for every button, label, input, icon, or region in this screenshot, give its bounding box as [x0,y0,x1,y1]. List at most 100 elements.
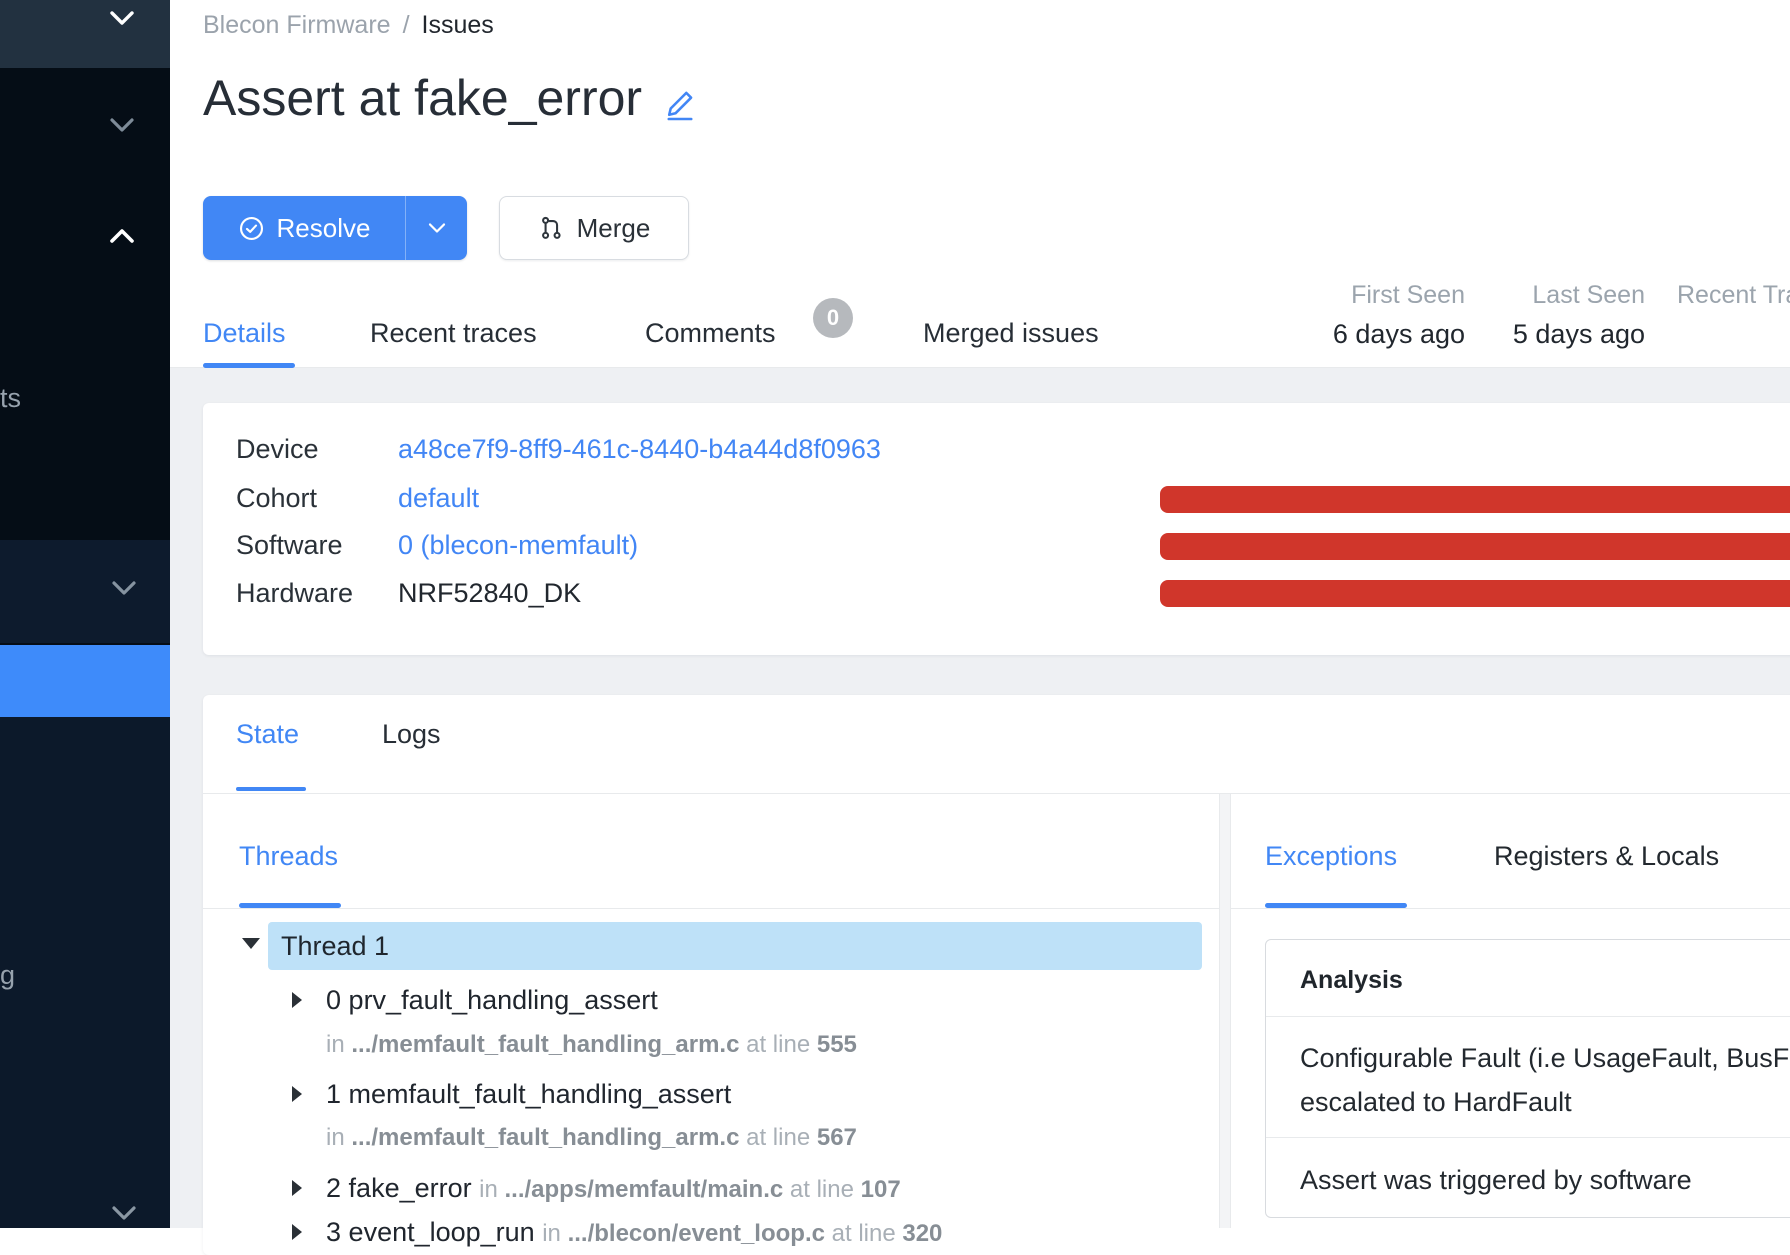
exceptions-divider [1230,908,1790,909]
comments-count-badge: 0 [813,298,853,338]
frame-index: 2 [326,1173,341,1203]
resolve-button[interactable]: Resolve [203,196,406,260]
sidebar-top-section[interactable] [0,0,170,68]
merge-button-label: Merge [577,213,651,244]
chevron-down-icon[interactable] [108,8,136,28]
page-title: Assert at fake_error [203,68,642,128]
frame-function: event_loop_run [349,1217,535,1247]
sidebar-lower-section [0,717,170,1228]
merge-button[interactable]: Merge [499,196,689,260]
at-line-word: at line [746,1124,810,1151]
stack-frame[interactable]: 1 memfault_fault_handling_assert [326,1078,731,1110]
last-seen-value: 5 days ago [1480,318,1645,350]
in-word: in [326,1124,345,1151]
last-seen-label: Last Seen [1480,280,1645,310]
collapse-caret-icon[interactable] [242,938,260,949]
state-tabs-divider [203,793,1790,794]
chevron-down-icon[interactable] [110,1203,138,1223]
breadcrumb-current: Issues [422,11,494,39]
expand-caret-icon[interactable] [292,1224,302,1240]
tab-exceptions[interactable]: Exceptions [1265,840,1397,872]
thread-name[interactable]: Thread 1 [281,930,389,962]
cohort-link[interactable]: default [398,482,479,514]
active-tab-underline [203,363,295,368]
check-circle-icon [238,215,265,242]
tab-logs[interactable]: Logs [382,718,441,750]
frame-line: 107 [861,1176,901,1203]
at-line-word: at line [746,1031,810,1058]
frame-file: .../memfault_fault_handling_arm.c [351,1031,739,1058]
stack-frame[interactable]: 0 prv_fault_handling_assert [326,984,658,1016]
hardware-label: Hardware [236,577,353,609]
tab-merged-issues[interactable]: Merged issues [923,317,1099,349]
device-link[interactable]: a48ce7f9-8ff9-461c-8440-b4a44d8f0963 [398,433,881,465]
breadcrumb-project[interactable]: Blecon Firmware [203,11,391,39]
tab-details[interactable]: Details [203,317,286,349]
issue-title-row: Assert at fake_error [203,68,698,128]
resolve-button-label: Resolve [277,213,371,244]
frame-file: .../blecon/event_loop.c [568,1220,825,1247]
breadcrumb: Blecon Firmware / Issues [203,10,494,40]
at-line-word: at line [790,1176,854,1203]
breadcrumb-separator: / [403,11,410,39]
thread-row[interactable] [268,922,1202,970]
first-seen-column: First Seen 6 days ago [1300,280,1465,350]
sidebar-item-label-clipped[interactable]: ts [0,383,21,413]
last-seen-column: Last Seen 5 days ago [1480,280,1645,350]
stack-frame-location: in .../memfault_fault_handling_arm.c at … [326,1124,857,1152]
analysis-item: Configurable Fault (i.e UsageFault, BusF… [1300,1042,1790,1074]
trace-activity-bar [1160,486,1790,513]
frame-index: 3 [326,1217,341,1247]
trace-activity-bar [1160,533,1790,560]
sidebar-item-selected[interactable] [0,645,170,717]
frame-line: 320 [902,1220,942,1247]
git-merge-icon [538,214,564,242]
in-word: in [542,1220,561,1247]
software-label: Software [236,529,343,561]
frame-line: 555 [817,1031,857,1058]
first-seen-label: First Seen [1300,280,1465,310]
expand-caret-icon[interactable] [292,1086,302,1102]
expand-caret-icon[interactable] [292,992,302,1008]
frame-line: 567 [817,1124,857,1151]
trace-activity-bar [1160,580,1790,607]
chevron-down-icon[interactable] [108,115,136,135]
stack-frame[interactable]: 2 fake_error in .../apps/memfault/main.c… [326,1172,901,1206]
frame-index: 1 [326,1079,341,1109]
panel-split-border [1219,794,1220,1228]
resolve-button-group: Resolve [203,196,467,260]
recent-traces-column: Recent Traces [1677,280,1790,310]
panel-split-border [1230,794,1231,1228]
frame-function: prv_fault_handling_assert [349,985,658,1015]
recent-traces-label: Recent Traces [1677,280,1790,310]
first-seen-value: 6 days ago [1300,318,1465,350]
chevron-up-icon[interactable] [108,226,136,246]
state-tab-underline [236,787,306,791]
resolve-dropdown-button[interactable] [406,196,467,260]
chevron-down-icon[interactable] [110,578,138,598]
edit-title-icon[interactable] [662,86,698,122]
tab-comments[interactable]: Comments [645,317,776,349]
in-word: in [479,1176,498,1203]
frame-file: .../memfault_fault_handling_arm.c [351,1124,739,1151]
sidebar-section-band [0,540,170,643]
analysis-title: Analysis [1300,965,1403,995]
in-word: in [326,1031,345,1058]
tab-state[interactable]: State [236,718,299,750]
stack-frame[interactable]: 3 event_loop_run in .../blecon/event_loo… [326,1216,942,1250]
frame-index: 0 [326,985,341,1015]
tab-recent-traces[interactable]: Recent traces [370,317,537,349]
frame-file: .../apps/memfault/main.c [504,1176,783,1203]
expand-caret-icon[interactable] [292,1180,302,1196]
sidebar-item-label-clipped[interactable]: g [0,960,15,990]
device-label: Device [236,433,319,465]
tab-registers-locals[interactable]: Registers & Locals [1494,840,1719,872]
stack-frame-location: in .../memfault_fault_handling_arm.c at … [326,1031,857,1059]
analysis-divider [1266,1016,1790,1017]
threads-divider [203,908,1219,909]
panel-split-gap [1220,794,1230,1228]
software-link[interactable]: 0 (blecon-memfault) [398,529,638,561]
tabs-bottom-border [170,367,1790,368]
tab-threads[interactable]: Threads [239,840,338,872]
analysis-item: Assert was triggered by software [1300,1164,1692,1196]
